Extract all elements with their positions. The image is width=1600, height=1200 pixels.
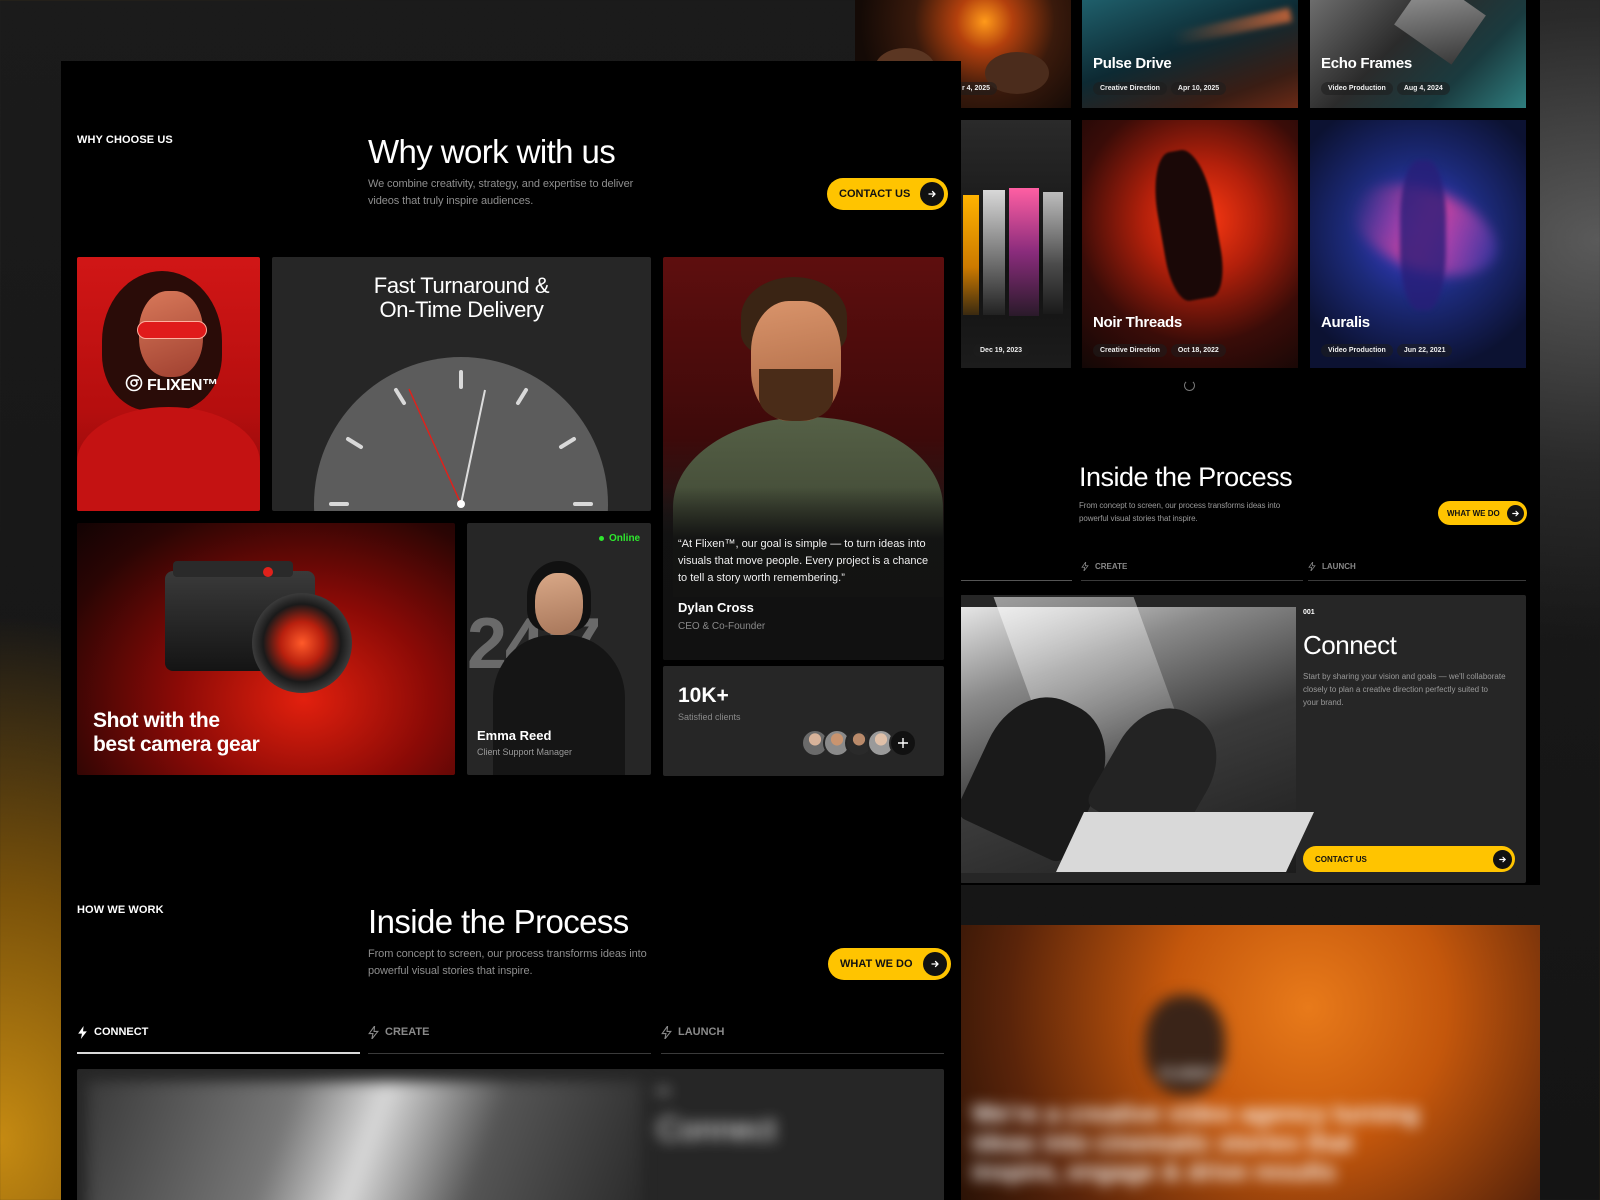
glass-prism-shape	[1009, 188, 1039, 316]
section-eyebrow: HOW WE WORK	[77, 904, 164, 916]
tab-create[interactable]: CREATE	[1081, 560, 1303, 581]
project-card-echo-frames[interactable]: Echo Frames Video Production Aug 4, 2024	[1310, 0, 1526, 108]
clients-card: 10K+ Satisfied clients	[663, 666, 944, 776]
hero-preview-card: FLIXEN™ We're a creative video agency tu…	[960, 925, 1540, 1200]
project-tag: Creative Direction	[1093, 344, 1167, 357]
step-title: Connect	[1303, 630, 1397, 660]
dancer-silhouette	[1400, 160, 1446, 310]
clients-count: 10K+	[678, 684, 729, 707]
tab-underline	[960, 580, 1072, 581]
portfolio-panel: r 4, 2025 Pulse Drive Creative Direction…	[855, 0, 1540, 885]
bolt-outline-icon	[661, 1024, 672, 1042]
project-date: Jun 22, 2021	[1396, 344, 1453, 357]
project-tag: Video Production	[1321, 344, 1393, 357]
plus-icon[interactable]	[889, 729, 917, 757]
red-sunglasses	[137, 321, 207, 339]
brand-card: FLIXEN™	[77, 257, 260, 511]
contact-us-button[interactable]: CONTACT US	[1303, 846, 1515, 872]
avatar-group	[801, 729, 917, 757]
agent-role: Client Support Manager	[477, 747, 573, 757]
bolt-outline-icon	[1308, 560, 1316, 573]
flixen-logo-icon	[125, 374, 143, 397]
tab-launch[interactable]: LAUNCH	[1308, 560, 1526, 581]
why-choose-panel: WHY CHOOSE US Why work with us We combin…	[61, 61, 961, 1200]
contact-us-button[interactable]: CONTACT US	[827, 178, 949, 210]
camera-lens	[252, 593, 352, 693]
step-number: 001	[657, 1087, 671, 1096]
project-date: r 4, 2025	[955, 82, 998, 95]
blueprint-table	[1056, 812, 1314, 872]
tab-launch[interactable]: LAUNCH	[661, 1024, 944, 1054]
agent-face	[535, 573, 583, 635]
card-caption: Shot with the best camera gear	[93, 709, 260, 756]
section-title: Why work with us	[368, 133, 616, 170]
section-subtitle: We combine creativity, strategy, and exp…	[368, 178, 634, 207]
section-subtitle: From concept to screen, our process tran…	[1079, 501, 1281, 523]
testimonial-name: Dylan Cross	[678, 600, 754, 615]
red-turtleneck	[77, 407, 260, 511]
step-description: Start by sharing your vision and goals —…	[1303, 672, 1506, 707]
section-title: Inside the Process	[1079, 462, 1293, 492]
glass-prism-shape	[983, 190, 1005, 315]
light-streak	[1171, 7, 1293, 47]
camera-top	[173, 561, 293, 577]
section-eyebrow: WHY CHOOSE US	[77, 134, 173, 146]
project-title: Echo Frames	[1321, 55, 1412, 72]
testimonial-role: CEO & Co-Founder	[678, 621, 766, 632]
arrow-right-icon	[1506, 504, 1524, 522]
clients-label: Satisfied clients	[678, 712, 741, 722]
project-date: Aug 4, 2024	[1396, 82, 1450, 95]
section-title: Inside the Process	[368, 903, 629, 940]
project-card-noir-threads[interactable]: Noir Threads Creative Direction Oct 18, …	[1082, 120, 1298, 368]
glass-prism-shape	[963, 195, 979, 315]
process-step-card: 001 Connect Start by sharing your vision…	[960, 595, 1526, 883]
project-date: Apr 10, 2025	[1170, 82, 1227, 95]
online-dot-icon	[599, 536, 604, 541]
project-title: Pulse Drive	[1093, 55, 1172, 72]
project-title: Noir Threads	[1093, 314, 1182, 331]
process-step-card-preview: 001 Connect	[77, 1069, 944, 1200]
project-tag: Creative Direction	[1093, 82, 1167, 95]
arrow-right-icon	[1493, 849, 1512, 869]
hero-headline: We're a creative video agency turning id…	[972, 1100, 1420, 1186]
project-date: Oct 18, 2022	[1170, 344, 1226, 357]
what-we-do-button[interactable]: WHAT WE DO	[1438, 501, 1527, 525]
camera-red-dot	[263, 567, 273, 577]
clock-dial-icon	[314, 357, 608, 511]
what-we-do-button[interactable]: WHAT WE DO	[828, 948, 951, 980]
workshop-photo	[960, 597, 1314, 873]
loading-spinner-icon	[1184, 380, 1195, 391]
arrow-right-icon	[922, 952, 947, 976]
bolt-outline-icon	[368, 1024, 379, 1042]
workshop-photo	[87, 1081, 642, 1200]
camera-gear-card: Shot with the best camera gear	[77, 523, 455, 775]
status-badge: Online	[599, 533, 640, 544]
delivery-card: Fast Turnaround & On-Time Delivery	[272, 257, 651, 511]
support-card: 24/7 Online Emma Reed Client Support Man…	[467, 523, 651, 775]
project-date: Dec 19, 2023	[973, 344, 1030, 357]
section-subtitle: From concept to screen, our process tran…	[368, 948, 647, 977]
brand-logo: FLIXEN™	[125, 374, 218, 397]
testimonial-card: “At Flixen™, our goal is simple — to tur…	[663, 257, 944, 660]
project-title: Auralis	[1321, 314, 1370, 331]
bolt-icon	[77, 1026, 88, 1042]
testimonial-quote: “At Flixen™, our goal is simple — to tur…	[678, 538, 929, 584]
step-title: Connect	[657, 1111, 777, 1147]
step-number: 001	[1303, 609, 1315, 616]
tab-connect[interactable]: CONNECT	[77, 1026, 360, 1054]
arrow-right-icon	[920, 182, 945, 206]
bolt-outline-icon	[1081, 560, 1089, 573]
agent-name: Emma Reed	[477, 728, 552, 743]
hero-logo: FLIXEN™	[1160, 1065, 1224, 1081]
project-tag: Video Production	[1321, 82, 1393, 95]
person-beard	[759, 369, 833, 421]
glass-prism-shape	[1043, 192, 1063, 314]
dancer-silhouette	[1147, 146, 1229, 304]
tab-create[interactable]: CREATE	[368, 1024, 651, 1054]
project-card-pulse-drive[interactable]: Pulse Drive Creative Direction Apr 10, 2…	[1082, 0, 1298, 108]
project-card-auralis[interactable]: Auralis Video Production Jun 22, 2021	[1310, 120, 1526, 368]
